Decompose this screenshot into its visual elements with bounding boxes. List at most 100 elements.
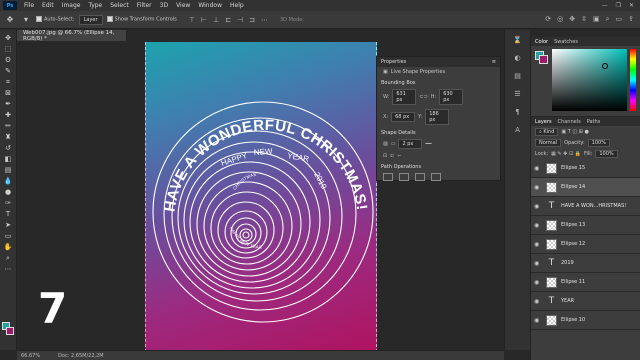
drag-3d-icon[interactable]: ✥ [569, 15, 575, 24]
stroke-icon[interactable]: ▭ [391, 141, 396, 147]
exclude-shape-icon[interactable] [431, 173, 441, 181]
pen-tool-icon[interactable]: ✑ [3, 199, 14, 207]
quick-select-icon[interactable]: ✎ [3, 67, 14, 75]
path-select-icon[interactable]: ➤ [3, 221, 14, 229]
libraries-icon[interactable]: ▤ [514, 72, 521, 80]
frame-tool-icon[interactable]: ⊠ [3, 89, 14, 97]
minimize-icon[interactable]: — [602, 2, 608, 9]
tab-swatches[interactable]: Swatches [554, 39, 578, 45]
zoom-level[interactable]: 66.67% [21, 353, 40, 359]
fill-field[interactable]: 100% [595, 149, 618, 158]
visibility-eye-icon[interactable]: ◉ [534, 260, 542, 267]
align-left-icon[interactable]: ⊏ [225, 16, 231, 24]
distribute-icon[interactable]: ⋯ [261, 16, 268, 24]
tab-color[interactable]: Color [535, 39, 548, 45]
hue-slider[interactable] [630, 49, 636, 111]
background-chip[interactable] [539, 55, 548, 64]
blur-tool-icon[interactable]: 💧 [3, 177, 14, 185]
menu-file[interactable]: File [20, 2, 38, 9]
properties-icon[interactable]: ☰ [514, 90, 520, 98]
kind-filter[interactable]: ⌕ Kind [535, 127, 559, 136]
layer-row[interactable]: ◉ T YEAR [531, 292, 640, 311]
adjustments-icon[interactable]: ◐ [514, 54, 520, 62]
move-tool-icon[interactable]: ✥ [3, 34, 14, 42]
blend-mode-dropdown[interactable]: Normal [535, 138, 562, 147]
slide-3d-icon[interactable]: ⇳ [581, 15, 587, 24]
visibility-eye-icon[interactable]: ◉ [534, 241, 542, 248]
history-brush-icon[interactable]: ↺ [3, 144, 14, 152]
x-field[interactable]: 68 px [391, 112, 416, 122]
visibility-eye-icon[interactable]: ◉ [534, 203, 542, 210]
workspace-icon[interactable]: ▭ [616, 15, 623, 24]
path-operations-section[interactable]: Path Operations [377, 161, 500, 171]
menu-filter[interactable]: Filter [133, 2, 156, 9]
layer-row[interactable]: ◉ Ellipse 11 [531, 273, 640, 292]
align-stroke-icon[interactable]: ⊡ [383, 153, 387, 159]
close-icon[interactable]: ✕ [629, 2, 634, 9]
search-icon[interactable]: ⌕ [606, 15, 610, 24]
menu-3d[interactable]: 3D [156, 2, 172, 9]
auto-select-dropdown[interactable]: Layer [78, 14, 103, 25]
tab-channels[interactable]: Channels [558, 119, 581, 125]
background-color-swatch[interactable] [6, 327, 14, 335]
dodge-tool-icon[interactable]: ● [3, 188, 14, 196]
panel-menu-icon[interactable]: ≡ [492, 59, 496, 65]
color-field[interactable] [552, 49, 627, 111]
width-field[interactable]: 631 px [392, 89, 417, 105]
restore-icon[interactable]: ❐ [616, 2, 621, 9]
share-icon[interactable]: ⇪ [628, 15, 634, 24]
stroke-size-field[interactable]: 2 px [398, 139, 423, 149]
more-tools-icon[interactable]: ⋯ [3, 265, 14, 273]
menu-image[interactable]: Image [58, 2, 85, 9]
combine-shapes-icon[interactable] [383, 173, 393, 181]
layer-row[interactable]: ◉ T HAVE A WON...HRISTMAS! [531, 197, 640, 216]
shape-details-section[interactable]: Shape Details [377, 127, 500, 137]
hand-tool-icon[interactable]: ✋ [3, 243, 14, 251]
height-field[interactable]: 630 px [439, 89, 464, 105]
align-bottom-icon[interactable]: ⊥ [213, 16, 219, 24]
align-right-icon[interactable]: ⊐ [249, 16, 255, 24]
fill-icon[interactable]: ▨ [383, 141, 388, 147]
chevron-down-icon[interactable]: ▾ [20, 14, 32, 26]
opacity-field[interactable]: 100% [587, 138, 610, 147]
clone-stamp-icon[interactable]: ♜ [3, 133, 14, 141]
menu-type[interactable]: Type [84, 2, 106, 9]
y-field[interactable]: 186 px [425, 109, 450, 125]
layer-row[interactable]: ◉ Ellipse 13 [531, 216, 640, 235]
shape-tool-icon[interactable]: ▭ [3, 232, 14, 240]
gradient-tool-icon[interactable]: ▤ [3, 166, 14, 174]
stroke-style-icon[interactable]: ━━ [425, 141, 431, 147]
intersect-shape-icon[interactable] [415, 173, 425, 181]
rotate-3d-icon[interactable]: ⟳ [545, 15, 551, 24]
scale-3d-icon[interactable]: ▣ [593, 15, 600, 24]
link-icon[interactable]: ⊂⊃ [419, 94, 427, 100]
menu-select[interactable]: Select [106, 2, 133, 9]
layer-row[interactable]: ◉ T 2019 [531, 254, 640, 273]
menu-window[interactable]: Window [194, 2, 226, 9]
color-picker-handle[interactable] [602, 63, 608, 69]
layer-row[interactable]: ◉ Ellipse 12 [531, 235, 640, 254]
visibility-eye-icon[interactable]: ◉ [534, 317, 542, 324]
filter-icons[interactable]: ▣ T ◫ ⊞ ● [561, 129, 588, 135]
auto-select-checkbox[interactable]: Auto-Select: [36, 16, 75, 23]
align-top-icon[interactable]: ⊤ [189, 16, 195, 24]
history-icon[interactable]: ⌛ [513, 36, 522, 44]
corner-icon[interactable]: ⌐ [397, 153, 401, 159]
visibility-eye-icon[interactable]: ◉ [534, 279, 542, 286]
tab-layers[interactable]: Layers [535, 119, 552, 125]
zoom-tool-icon[interactable]: ⌕ [3, 254, 14, 262]
visibility-eye-icon[interactable]: ◉ [534, 184, 542, 191]
menu-edit[interactable]: Edit [38, 2, 58, 9]
marquee-tool-icon[interactable]: ⬚ [3, 45, 14, 53]
cap-icon[interactable]: ⊏ [390, 153, 394, 159]
layer-row[interactable]: ◉ Ellipse 15 [531, 159, 640, 178]
document-tab[interactable]: Web007.jpg @ 66.7% (Ellipse 14, RGB/8) * [17, 30, 127, 42]
visibility-eye-icon[interactable]: ◉ [534, 165, 542, 172]
character-icon[interactable]: A [515, 126, 520, 134]
menu-view[interactable]: View [172, 2, 194, 9]
layer-row[interactable]: ◉ Ellipse 10 [531, 311, 640, 330]
eyedropper-icon[interactable]: ✒ [3, 100, 14, 108]
show-transform-checkbox[interactable]: Show Transform Controls [106, 16, 177, 23]
crop-tool-icon[interactable]: ⌗ [3, 78, 14, 86]
bounding-box-section[interactable]: Bounding Box [377, 77, 500, 87]
